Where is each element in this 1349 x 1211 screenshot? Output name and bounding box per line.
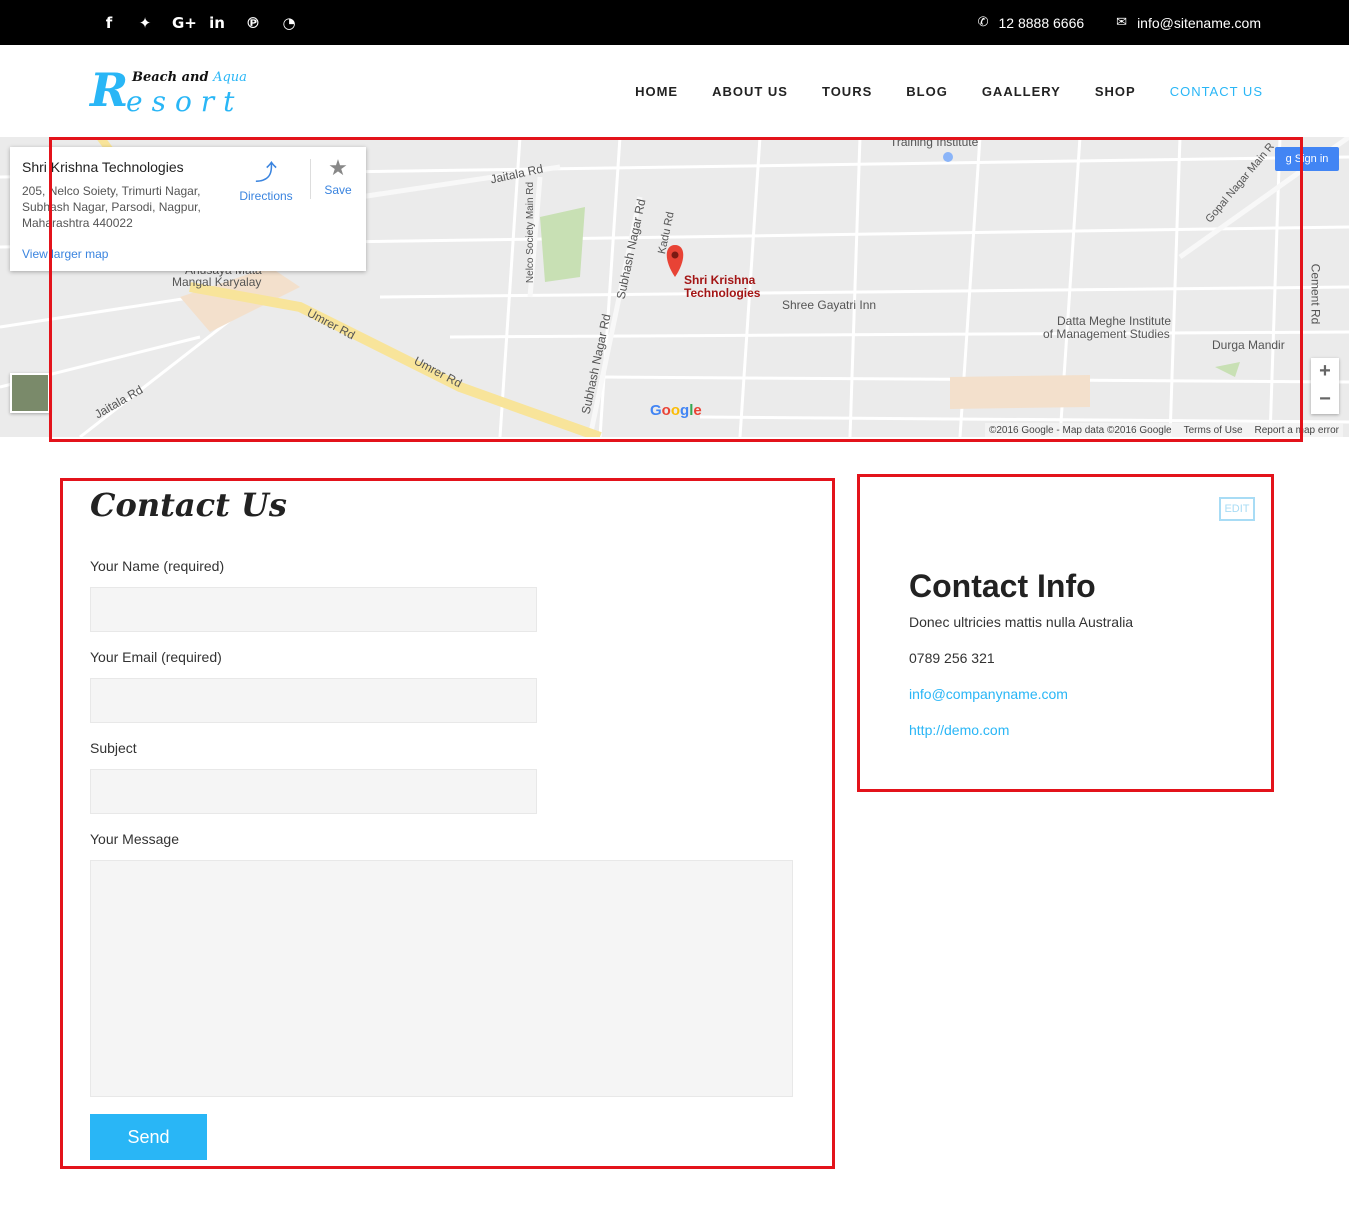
phone-icon: ✆ [977,15,989,30]
send-button[interactable]: Send [90,1114,207,1160]
top-phone: ✆ 12 8888 6666 [978,15,1085,31]
main-nav: HOME ABOUT US TOURS BLOG GAALLERY SHOP C… [635,45,1263,137]
map-pin-label-line-2: Technologies [684,286,761,300]
map-sign-in-button[interactable]: g Sign in [1275,147,1339,171]
envelope-icon: ✉ [1116,15,1128,30]
map-label-mangal: Mangal Karyalay [172,275,262,289]
nav-shop[interactable]: SHOP [1095,84,1136,99]
logo-tagline: Beach and Aqua [132,70,247,85]
message-label: Your Message [90,831,179,847]
google-logo: Google [650,402,702,419]
google-g-icon: g [1285,153,1292,165]
map-label-datta-2: of Management Studies [1043,327,1170,341]
zoom-control: + − [1311,358,1339,414]
logo-rest: esort [126,85,244,118]
message-textarea[interactable] [90,860,793,1097]
logo-tagline-main: Beach and [132,70,209,85]
subject-field[interactable] [90,769,537,814]
nav-blog[interactable]: BLOG [906,84,948,99]
map-label-nelco: Nelco Society Main Rd [525,181,537,284]
map-label-datta-1: Datta Meghe Institute [1057,314,1172,328]
top-phone-number: 12 8888 6666 [998,14,1085,31]
map-label-training: Training Institute [890,137,979,149]
map-pin-label[interactable]: Shri Krishna Technologies [684,274,760,300]
nav-home[interactable]: HOME [635,84,678,99]
info-email-link[interactable]: info@companyname.com [909,686,1068,702]
top-email[interactable]: ✉ info@sitename.com [1116,15,1261,31]
star-icon: ★ [328,155,348,180]
social-links: f ✦ G+ in ℗ ◔ [100,0,298,45]
place-title: Shri Krishna Technologies [22,159,184,175]
save-place-button[interactable]: ★ Save [318,155,358,197]
google-plus-icon[interactable]: G+ [172,14,197,32]
info-phone: 0789 256 321 [909,650,995,666]
satellite-toggle[interactable] [10,373,50,413]
info-website-link[interactable]: http://demo.com [909,722,1009,738]
edit-button[interactable]: EDIT [1219,497,1255,521]
map-place-card: Shri Krishna Technologies 205, Nelco Soi… [10,147,366,271]
email-field[interactable] [90,678,537,723]
zoom-in-button[interactable]: + [1311,358,1339,386]
embedded-map[interactable]: Training Institute Jaitala Rd Nelco Soci… [0,137,1349,437]
map-label-gayatri: Shree Gayatri Inn [782,298,877,312]
view-larger-map-link[interactable]: View larger map [22,247,108,261]
save-label: Save [324,183,352,197]
top-bar: f ✦ G+ in ℗ ◔ ✆ 12 8888 6666 ✉ info@site… [0,0,1349,45]
map-label-durga: Durga Mandir [1212,338,1285,352]
zoom-out-button[interactable]: − [1311,386,1339,414]
twitter-icon[interactable]: ✦ [136,14,154,32]
directions-label: Directions [239,189,293,203]
facebook-icon[interactable]: f [100,14,118,32]
logo-tagline-accent: Aqua [213,70,247,85]
map-label-cement: Cement Rd [1308,263,1323,325]
email-label: Your Email (required) [90,649,222,665]
top-email-address[interactable]: info@sitename.com [1137,15,1261,31]
nav-contact-us[interactable]: CONTACT US [1170,84,1263,99]
nav-about-us[interactable]: ABOUT US [712,84,788,99]
directions-icon: ⤴ [254,160,277,185]
terms-of-use-link[interactable]: Terms of Use [1184,425,1243,436]
site-logo[interactable]: R Beach and Aqua esort [90,63,247,118]
top-contact: ✆ 12 8888 6666 ✉ info@sitename.com [978,0,1261,45]
site-header: R Beach and Aqua esort HOME ABOUT US TOU… [0,45,1349,137]
contact-info-title: Contact Info [909,568,1096,604]
info-address: Donec ultricies mattis nulla Australia [909,614,1134,630]
card-divider [310,159,311,199]
linkedin-icon[interactable]: in [208,14,226,32]
subject-label: Subject [90,740,137,756]
place-address: 205, Nelco Soiety, Trimurti Nagar, Subha… [22,184,201,230]
map-attribution: ©2016 Google - Map data ©2016 Google Ter… [984,423,1343,437]
pinterest-icon[interactable]: ℗ [244,14,262,32]
nav-tours[interactable]: TOURS [822,84,872,99]
map-data-attribution: ©2016 Google - Map data ©2016 Google [988,424,1172,436]
form-title: Contact Us [90,486,287,524]
rss-icon[interactable]: ◔ [280,14,298,32]
name-field[interactable] [90,587,537,632]
directions-button[interactable]: ⤴ Directions [236,155,296,203]
info-highlight-box [857,474,1274,792]
logo-initial: R [90,63,129,117]
nav-gallery[interactable]: GAALLERY [982,84,1061,99]
map-sign-in-label: Sign in [1294,153,1329,165]
report-map-error-link[interactable]: Report a map error [1255,425,1339,436]
name-label: Your Name (required) [90,558,225,574]
